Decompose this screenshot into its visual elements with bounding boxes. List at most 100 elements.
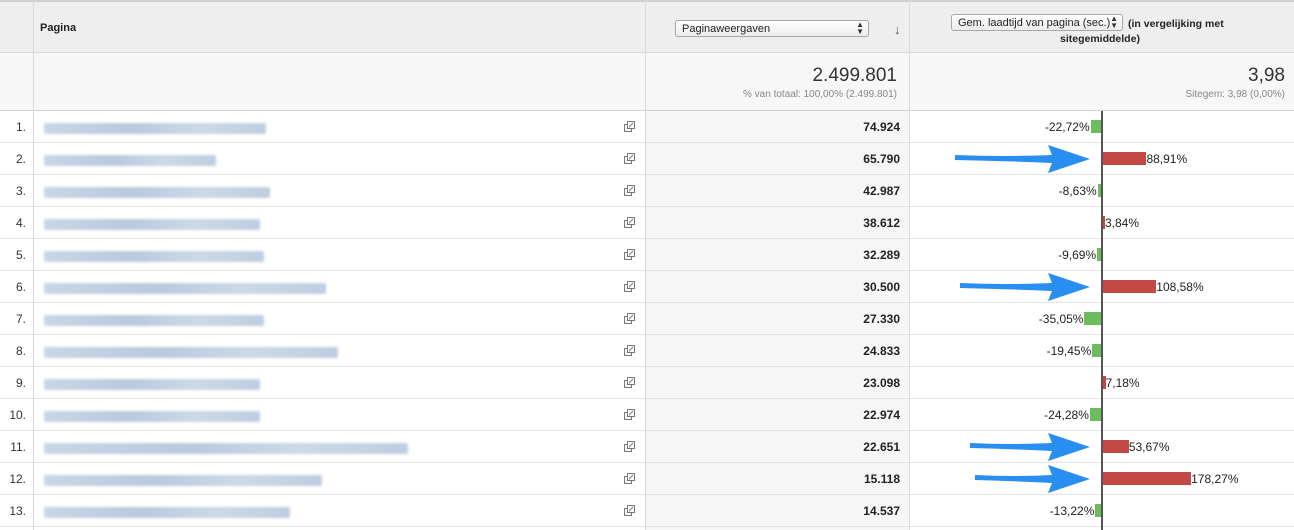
row-number: 6.: [15, 280, 26, 294]
loadtime-comparison-percent: -24,28%: [1044, 408, 1089, 422]
pageviews-value: 27.330: [863, 312, 900, 326]
open-page-icon[interactable]: [624, 473, 635, 484]
pageviews-value: 15.118: [863, 472, 900, 486]
page-link-redacted[interactable]: [44, 251, 264, 262]
page-link-redacted[interactable]: [44, 283, 326, 294]
open-page-icon[interactable]: [624, 345, 635, 356]
open-page-icon[interactable]: [624, 377, 635, 388]
compare-select-value: Gem. laadtijd van pagina (sec.): [958, 17, 1111, 29]
table-row[interactable]: 3. 42.987 -8,63%: [0, 175, 1294, 207]
compare-metric-select[interactable]: Gem. laadtijd van pagina (sec.) ▲ ▼: [951, 14, 1123, 31]
page-link-redacted[interactable]: [44, 155, 216, 166]
page-link-redacted[interactable]: [44, 379, 260, 390]
total-loadtime-average: Sitegem: 3,98 (0,00%): [1185, 89, 1286, 100]
loadtime-comparison-percent: -9,69%: [1058, 248, 1097, 262]
compare-description: (in vergelijking met: [1128, 18, 1224, 30]
pageviews-value: 38.612: [863, 216, 900, 230]
pageviews-value: 14.537: [863, 504, 900, 518]
open-page-icon[interactable]: [624, 217, 635, 228]
slower-than-average-bar: [1102, 440, 1129, 453]
row-number: 1.: [15, 120, 26, 134]
open-page-icon[interactable]: [624, 249, 635, 260]
total-loadtime: 3,98: [1248, 65, 1285, 86]
open-page-icon[interactable]: [624, 409, 635, 420]
slower-than-average-bar: [1102, 472, 1192, 485]
page-link-redacted[interactable]: [44, 123, 266, 134]
page-link-redacted[interactable]: [44, 315, 264, 326]
pageviews-value: 22.974: [863, 408, 900, 422]
row-number: 12.: [9, 472, 26, 486]
loadtime-comparison-percent: 3,84%: [1105, 216, 1140, 230]
row-number: 10.: [9, 408, 26, 422]
pageviews-value: 23.098: [863, 376, 900, 390]
metric-select-value: Paginaweergaven: [682, 23, 771, 35]
pageviews-value: 65.790: [863, 152, 900, 166]
row-number: 9.: [15, 376, 26, 390]
column-divider: [645, 0, 646, 530]
page-link-redacted[interactable]: [44, 475, 322, 486]
loadtime-comparison-percent: 53,67%: [1128, 440, 1170, 454]
open-page-icon[interactable]: [624, 313, 635, 324]
pageviews-value: 32.289: [863, 248, 900, 262]
loadtime-comparison-percent: 88,91%: [1146, 152, 1188, 166]
page-link-redacted[interactable]: [44, 187, 270, 198]
metric-select[interactable]: Paginaweergaven ▲ ▼: [675, 20, 869, 37]
row-number: 3.: [15, 184, 26, 198]
open-page-icon[interactable]: [624, 505, 635, 516]
table-row[interactable]: 4. 38.612 3,84%: [0, 207, 1294, 239]
comparison-axis: [1101, 111, 1103, 530]
open-page-icon[interactable]: [624, 185, 635, 196]
table-row[interactable]: 1. 74.924 -22,72%: [0, 111, 1294, 143]
loadtime-comparison-percent: -13,22%: [1049, 504, 1095, 518]
row-number: 4.: [15, 216, 26, 230]
slower-than-average-bar: [1102, 280, 1157, 293]
page-link-redacted[interactable]: [44, 507, 290, 518]
loadtime-comparison-percent: 7,18%: [1105, 376, 1140, 390]
row-number: 7.: [15, 312, 26, 326]
row-number: 13.: [9, 504, 26, 518]
pageviews-value: 30.500: [863, 280, 900, 294]
page-link-redacted[interactable]: [44, 347, 338, 358]
total-pageviews-share: % van totaal: 100,00% (2.499.801): [743, 89, 897, 100]
table-row[interactable]: 12. 15.118 178,27%: [0, 463, 1294, 495]
table-header: Pagina Paginaweergaven ▲ ▼ ↓ Gem. laadtij…: [0, 0, 1294, 52]
loadtime-comparison-percent: 108,58%: [1156, 280, 1204, 294]
page-link-redacted[interactable]: [44, 219, 260, 230]
arrow-down-icon[interactable]: ↓: [894, 22, 901, 37]
totals-row: 2.499.801 % van totaal: 100,00% (2.499.8…: [0, 52, 1294, 111]
open-page-icon[interactable]: [624, 281, 635, 292]
compare-description-cont: sitegemiddelde): [1060, 33, 1140, 45]
open-page-icon[interactable]: [624, 153, 635, 164]
faster-than-average-bar: [1084, 312, 1102, 325]
table-row[interactable]: 2. 65.790 88,91%: [0, 143, 1294, 175]
open-page-icon[interactable]: [624, 441, 635, 452]
open-page-icon[interactable]: [624, 121, 635, 132]
table-row[interactable]: 13. 14.537 -13,22%: [0, 495, 1294, 527]
analytics-table: Pagina Paginaweergaven ▲ ▼ ↓ Gem. laadtij…: [0, 0, 1294, 530]
row-number: 5.: [15, 248, 26, 262]
table-row[interactable]: 11. 22.651 53,67%: [0, 431, 1294, 463]
table-row[interactable]: 5. 32.289 -9,69%: [0, 239, 1294, 271]
loadtime-comparison-percent: -22,72%: [1044, 120, 1090, 134]
loadtime-comparison-percent: -19,45%: [1046, 344, 1092, 358]
updown-icon: ▲ ▼: [856, 20, 864, 36]
page-link-redacted[interactable]: [44, 443, 408, 454]
row-number: 8.: [15, 344, 26, 358]
pageviews-value: 74.924: [863, 120, 900, 134]
loadtime-comparison-percent: -35,05%: [1038, 312, 1084, 326]
row-number: 2.: [15, 152, 26, 166]
row-number: 11.: [10, 440, 26, 454]
page-link-redacted[interactable]: [44, 411, 260, 422]
pageviews-value: 42.987: [863, 184, 900, 198]
slower-than-average-bar: [1102, 152, 1147, 165]
pageviews-value: 24.833: [863, 344, 900, 358]
table-row[interactable]: 8. 24.833 -19,45%: [0, 335, 1294, 367]
table-row[interactable]: 7. 27.330 -35,05%: [0, 303, 1294, 335]
column-divider: [909, 0, 910, 530]
page-column-header[interactable]: Pagina: [40, 22, 76, 34]
table-row[interactable]: 6. 30.500 108,58%: [0, 271, 1294, 303]
updown-icon: ▲ ▼: [1110, 14, 1118, 30]
loadtime-comparison-percent: -8,63%: [1058, 184, 1097, 198]
table-row[interactable]: 10. 22.974 -24,28%: [0, 399, 1294, 431]
table-row[interactable]: 9. 23.098 7,18%: [0, 367, 1294, 399]
